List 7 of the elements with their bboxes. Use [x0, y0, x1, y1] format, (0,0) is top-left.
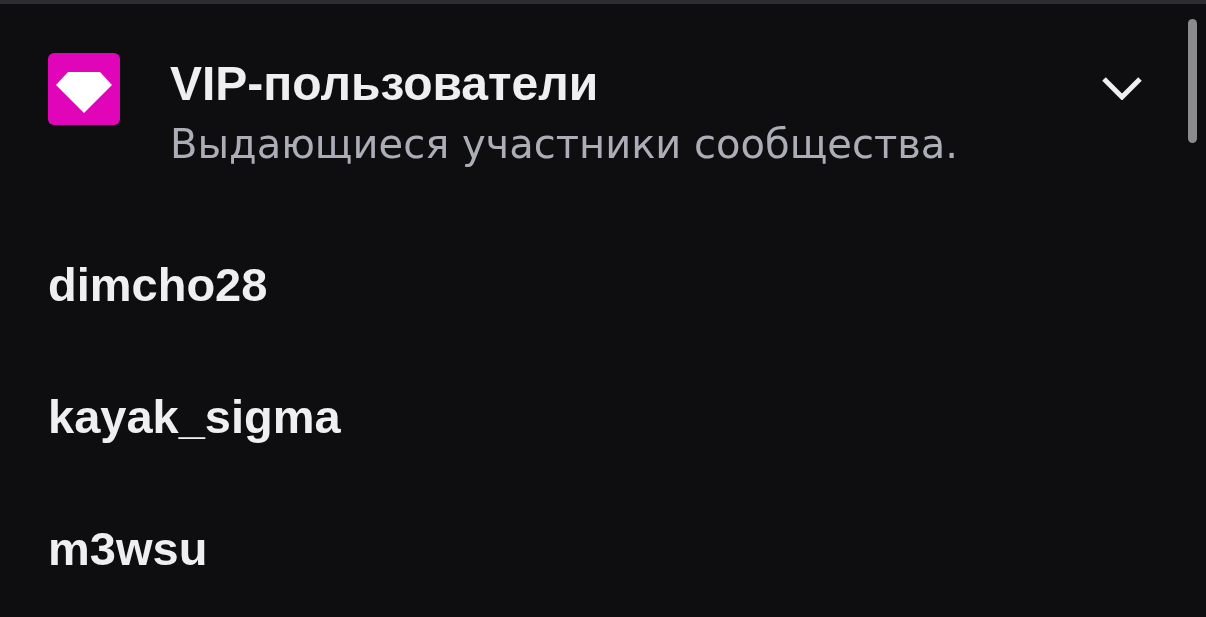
scrollbar[interactable] [1188, 19, 1197, 143]
user-name[interactable]: dimcho28 [48, 260, 268, 309]
section-title: VIP-пользователи [170, 56, 600, 112]
user-name[interactable]: kayak_sigma [48, 392, 341, 441]
user-name[interactable]: m3wsu [48, 524, 208, 573]
section-subtitle: Выдающиеся участники сообщества. [170, 119, 959, 168]
chevron-down-icon[interactable] [1101, 76, 1143, 100]
